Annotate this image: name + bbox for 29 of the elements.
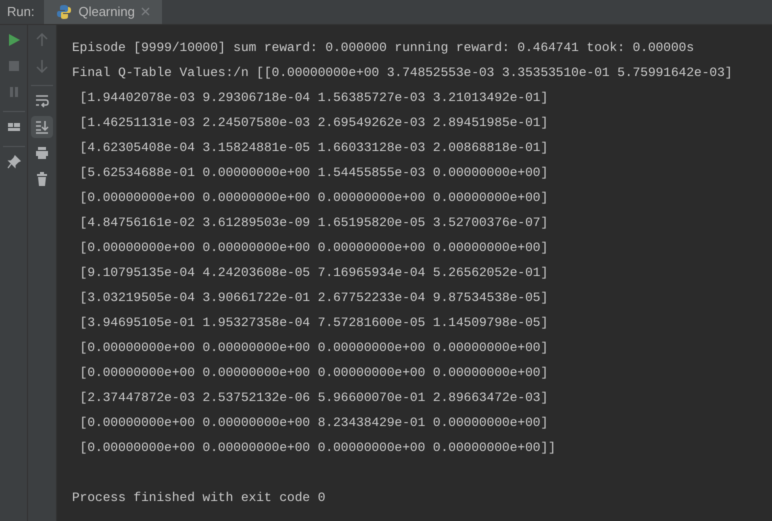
console-line: [0.00000000e+00 0.00000000e+00 0.00000000e+00 0.00000000e+00] [78, 190, 548, 205]
console-line: [0.00000000e+00 0.00000000e+00 0.00000000e+00 0.00000000e+00]] [78, 440, 556, 455]
python-icon [56, 4, 72, 20]
console-line: [5.62534688e-01 0.00000000e+00 1.54455855e-03 0.00000000e+00] [78, 165, 548, 180]
pin-icon [6, 154, 22, 170]
up-arrow-icon [34, 32, 50, 48]
console-line: [0.00000000e+00 0.00000000e+00 8.23438429e-01 0.00000000e+00] [78, 415, 548, 430]
down-arrow-icon [34, 58, 50, 74]
console-line: [0.00000000e+00 0.00000000e+00 0.00000000e+00 0.00000000e+00] [78, 365, 548, 380]
console-line: Episode [9999/10000] sum reward: 0.000000 running reward: 0.464741 took: 0.00000s [72, 40, 694, 55]
console-line: [3.03219505e-04 3.90661722e-01 2.67752233e-04 9.87534538e-05] [78, 290, 548, 305]
scroll-end-icon [34, 119, 50, 135]
console-line: Final Q-Table Values:/n [[0.00000000e+00 3.74852553e-03 3.35353510e-01 5.75991642e-03] [72, 65, 732, 80]
console-line: [4.62305408e-04 3.15824881e-05 1.66033128e-03 2.00868818e-01] [78, 140, 548, 155]
console-line: [0.00000000e+00 0.00000000e+00 0.00000000e+00 0.00000000e+00] [78, 240, 548, 255]
console-line: [9.10795135e-04 4.24203608e-05 7.16965934e-04 5.26562052e-01] [78, 265, 548, 280]
console-line: [1.94402078e-03 9.29306718e-04 1.56385727e-03 3.21013492e-01] [78, 90, 548, 105]
console-line: [4.84756161e-02 3.61289503e-09 1.65195820e-05 3.52700376e-07] [78, 215, 548, 230]
wrap-icon [34, 93, 50, 109]
console-line: [3.94695105e-01 1.95327358e-04 7.57281600e-05 1.14509798e-05] [78, 315, 548, 330]
console-line: [2.37447872e-03 2.53752132e-06 5.96600070e-01 2.89663472e-03] [78, 390, 548, 405]
printer-icon [34, 145, 50, 161]
console-line: [0.00000000e+00 0.00000000e+00 0.00000000e+00 0.00000000e+00] [78, 340, 548, 355]
toolbar-button[interactable] [31, 116, 53, 138]
tab[interactable]: Qlearning [44, 0, 162, 24]
console-line: [1.46251131e-03 2.24507580e-03 2.69549262e-03 2.89451985e-01] [78, 115, 548, 130]
trash-icon [34, 171, 50, 187]
run-label: Run: [6, 3, 36, 22]
console-line: Process finished with exit code 0 [72, 490, 326, 505]
